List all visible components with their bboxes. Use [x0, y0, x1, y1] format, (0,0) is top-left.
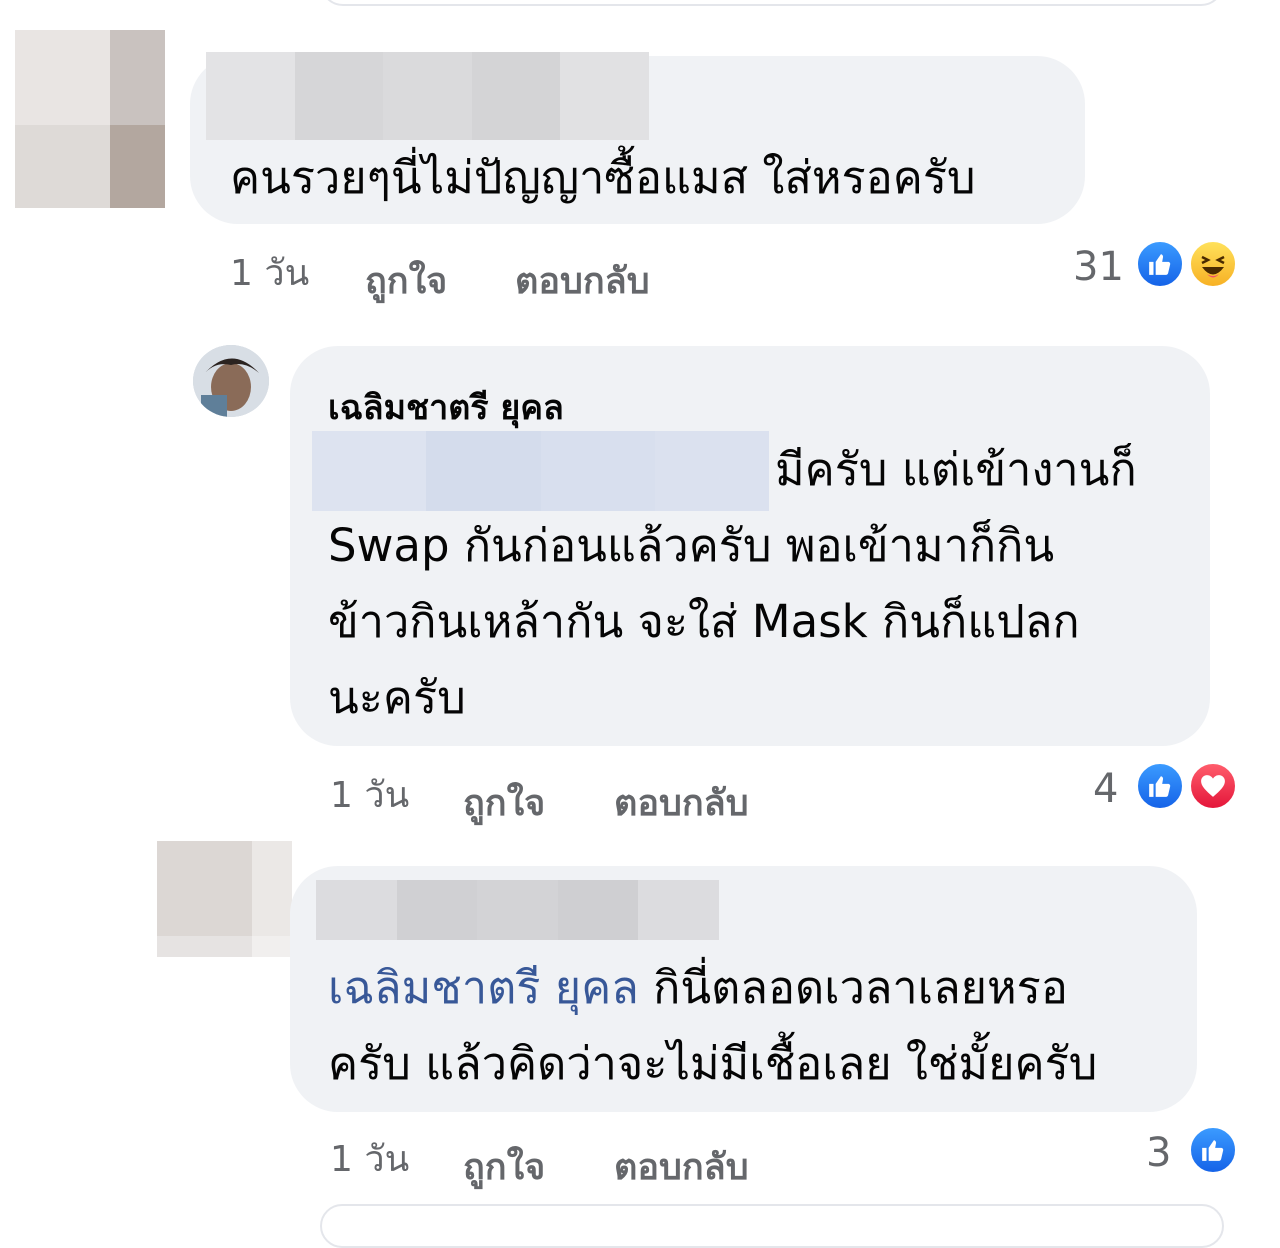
comment-bubble: เฉลิมชาตรี ยุคล มีครับ แต่เข้างานก็ Swap… [290, 346, 1210, 746]
reaction-count[interactable]: 3 [1146, 1130, 1171, 1176]
like-icon[interactable] [1135, 761, 1185, 811]
like-link[interactable]: ถูกใจ [463, 1138, 545, 1195]
haha-icon[interactable] [1188, 239, 1238, 289]
next-comment-bubble-edge [320, 1204, 1224, 1248]
comment-text-line: ครับ แล้วคิดว่าจะไม่มีเชื้อเลย ใช่มั้ยคร… [328, 1037, 1098, 1090]
comment-timestamp[interactable]: 1 วัน [330, 766, 409, 823]
blurred-mention [312, 431, 769, 511]
comment-bubble: เฉลิมชาตรี ยุคล กินี่ตลอดเวลาเลยหรอ ครับ… [290, 866, 1197, 1112]
avatar[interactable] [193, 345, 269, 417]
blurred-author-name [316, 880, 719, 940]
love-icon[interactable] [1188, 761, 1238, 811]
comment-text-line: Swap กันก่อนแล้วครับ พอเข้ามาก็กิน [328, 519, 1055, 572]
comment-text-line: มีครับ แต่เข้างานก็ [775, 443, 1137, 496]
comment-text: กินี่ตลอดเวลาเลยหรอ [653, 961, 1068, 1014]
comment-text-line: นะครับ [328, 671, 466, 724]
comment-text: คนรวยๆนี่ไม่ปัญญาซื้อแมส ใส่หรอครับ [230, 151, 976, 204]
blurred-author-name [206, 52, 649, 140]
mention-link[interactable]: เฉลิมชาตรี ยุคล [328, 961, 639, 1014]
like-link[interactable]: ถูกใจ [463, 774, 545, 831]
reaction-count[interactable]: 31 [1073, 244, 1124, 290]
reply-link[interactable]: ตอบกลับ [614, 774, 749, 831]
like-icon[interactable] [1135, 239, 1185, 289]
comment-timestamp[interactable]: 1 วัน [230, 244, 309, 301]
like-link[interactable]: ถูกใจ [365, 252, 447, 309]
comment-text-line: ข้าวกินเหล้ากัน จะใส่ Mask กินก็แปลก [328, 595, 1080, 648]
comment-bubble: คนรวยๆนี่ไม่ปัญญาซื้อแมส ใส่หรอครับ [190, 52, 1085, 224]
avatar[interactable] [15, 30, 165, 208]
reply-link[interactable]: ตอบกลับ [614, 1138, 749, 1195]
like-icon[interactable] [1188, 1125, 1238, 1175]
reaction-count[interactable]: 4 [1093, 766, 1118, 812]
comment-text-line: เฉลิมชาตรี ยุคล กินี่ตลอดเวลาเลยหรอ [328, 950, 1068, 1026]
reply-link[interactable]: ตอบกลับ [515, 252, 650, 309]
avatar[interactable] [157, 841, 292, 957]
comment-author[interactable]: เฉลิมชาตรี ยุคล [328, 380, 564, 434]
comment-timestamp[interactable]: 1 วัน [330, 1130, 409, 1187]
previous-comment-bubble-edge [320, 0, 1224, 6]
